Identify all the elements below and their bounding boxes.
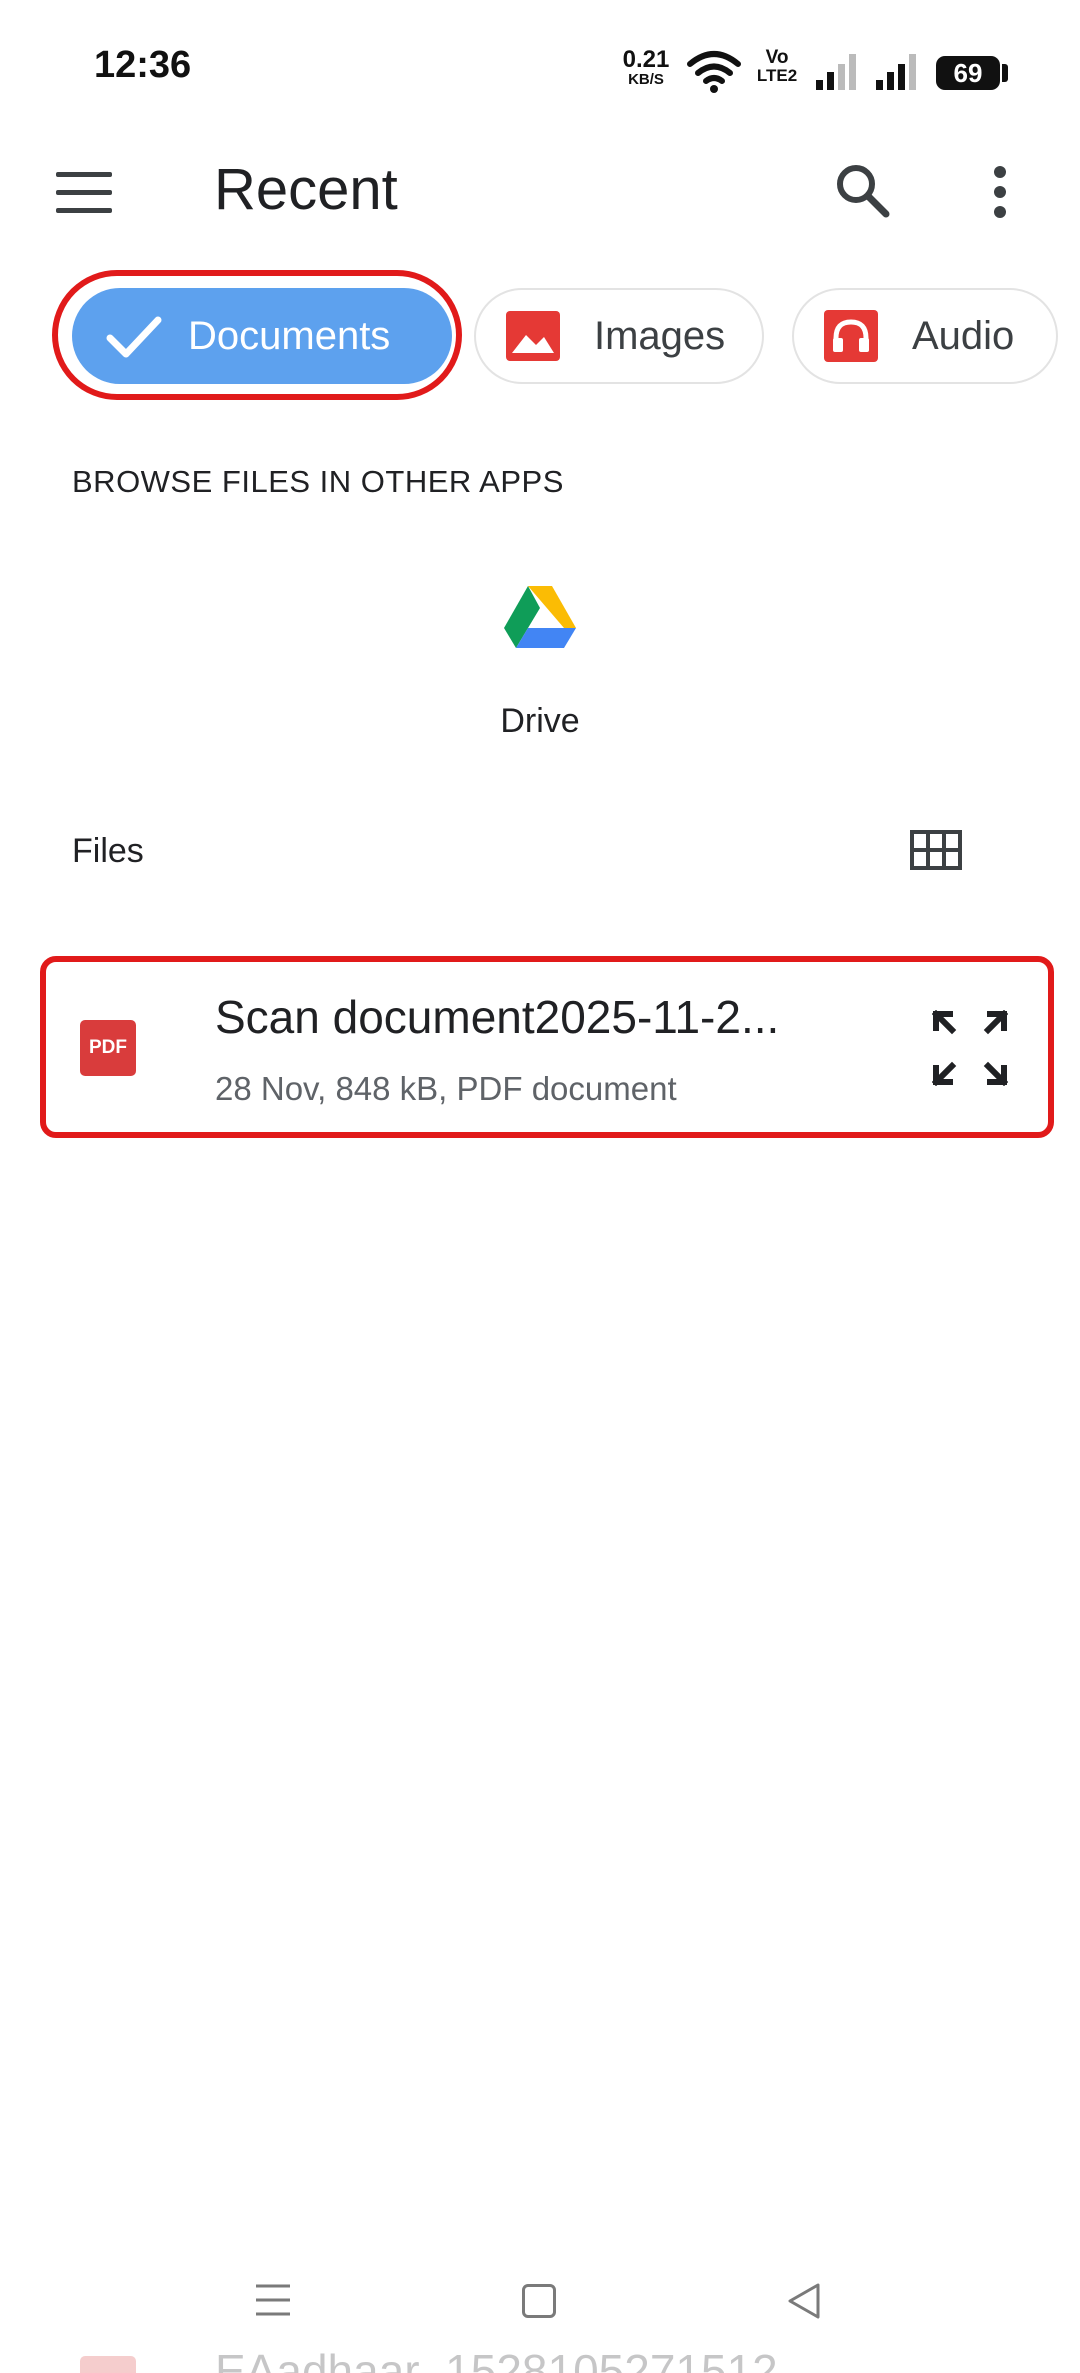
chip-audio[interactable]: Audio — [792, 288, 1058, 384]
volte-indicator: Vo LTE2 — [752, 48, 802, 84]
chip-images[interactable]: Images — [474, 288, 764, 384]
status-bar: 12:36 0.21 KB/S Vo LTE2 69 — [0, 0, 1080, 120]
list-item-peek: EAadhaar_1528105271512... — [0, 2342, 1080, 2373]
page-title: Recent — [214, 157, 398, 222]
volte-top-label: Vo — [765, 47, 789, 68]
chip-documents[interactable]: Documents — [72, 288, 452, 384]
recents-nav-icon[interactable] — [254, 2282, 292, 2318]
back-nav-icon[interactable] — [786, 2282, 822, 2320]
chip-audio-label: Audio — [912, 313, 1015, 358]
file-name: Scan document2025-11-2... — [215, 991, 780, 1043]
wifi-icon — [687, 51, 741, 93]
home-nav-icon[interactable] — [522, 2284, 556, 2318]
section-heading-files: Files — [72, 832, 144, 870]
battery-tip — [1002, 64, 1008, 82]
image-icon — [506, 311, 560, 361]
section-heading-browse: BROWSE FILES IN OTHER APPS — [72, 464, 564, 499]
check-icon — [106, 316, 162, 358]
network-speed-unit: KB/S — [628, 71, 664, 88]
hamburger-menu-icon[interactable] — [56, 172, 112, 214]
status-time: 12:36 — [94, 44, 192, 86]
network-speed: 0.21 KB/S — [618, 46, 674, 88]
search-icon[interactable] — [834, 162, 890, 218]
signal-strength-icon — [876, 54, 916, 90]
network-speed-value: 0.21 — [622, 46, 670, 73]
more-vertical-icon[interactable] — [986, 164, 1014, 220]
chip-documents-label: Documents — [188, 313, 391, 358]
volte-bottom-label: LTE2 — [756, 66, 798, 85]
google-drive-icon — [504, 586, 576, 648]
file-meta: 28 Nov, 848 kB, PDF document — [215, 1070, 677, 1107]
signal-strength-icon — [816, 54, 856, 90]
drive-app-shortcut[interactable]: Drive — [460, 580, 620, 750]
chip-images-label: Images — [594, 313, 726, 358]
drive-app-label: Drive — [500, 702, 580, 740]
grid-view-icon[interactable] — [910, 830, 962, 870]
expand-icon[interactable] — [932, 1010, 1008, 1086]
pdf-file-icon — [80, 2356, 136, 2373]
pdf-file-icon: PDF — [80, 1020, 136, 1076]
battery-icon: 69 — [936, 56, 1000, 90]
headphones-icon — [824, 310, 878, 362]
file-name: EAadhaar_1528105271512... — [215, 2345, 817, 2373]
